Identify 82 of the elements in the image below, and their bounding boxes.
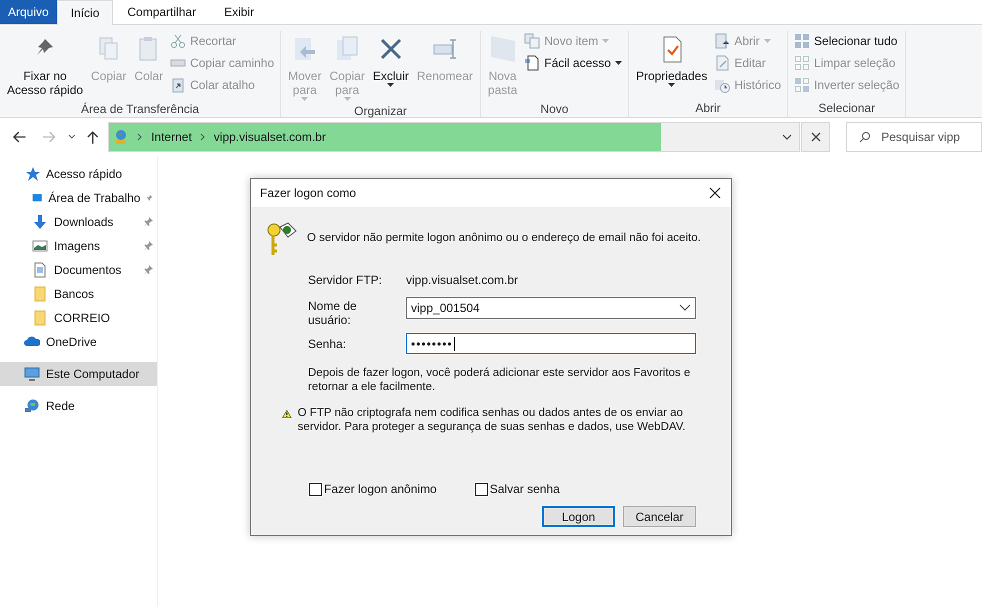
chevron-right-icon bbox=[137, 133, 144, 141]
download-arrow-icon bbox=[32, 214, 48, 230]
select-none-icon bbox=[794, 55, 810, 71]
folder-icon bbox=[32, 310, 48, 326]
ribbon-button[interactable]: Fixar no Acesso rápido bbox=[4, 31, 86, 97]
nav-item[interactable]: Área de Trabalho bbox=[0, 186, 157, 210]
quick-access-star-icon bbox=[24, 166, 40, 182]
nav-item[interactable]: Imagens bbox=[0, 234, 157, 258]
document-icon bbox=[524, 55, 540, 71]
file-tab[interactable]: Arquivo bbox=[0, 0, 57, 24]
new-item-icon bbox=[524, 33, 540, 49]
document-icon bbox=[32, 262, 48, 278]
group-label: Área de Transferência bbox=[80, 101, 200, 118]
scissors-icon bbox=[170, 33, 186, 49]
password-field[interactable]: •••••••• bbox=[406, 333, 696, 354]
ribbon-tab[interactable]: Compartilhar bbox=[113, 0, 210, 24]
select-all-icon bbox=[794, 33, 810, 49]
caret-icon bbox=[344, 97, 351, 101]
chevron-right-icon bbox=[200, 133, 206, 141]
caret-icon bbox=[301, 97, 308, 101]
caret-icon bbox=[614, 61, 622, 65]
monitor-icon bbox=[24, 366, 40, 382]
open-icon bbox=[714, 33, 730, 49]
group-label: Abrir bbox=[694, 100, 722, 117]
field-label: Servidor FTP: bbox=[308, 272, 384, 289]
pin-icon bbox=[143, 217, 153, 227]
ribbon-button[interactable]: Propriedades bbox=[632, 31, 710, 87]
nav-item[interactable]: Bancos bbox=[0, 282, 157, 306]
keys-icon bbox=[265, 221, 299, 257]
dialog-title: Fazer logon como bbox=[260, 185, 356, 202]
edit-icon bbox=[714, 55, 730, 71]
close-button[interactable] bbox=[801, 122, 830, 152]
folder-icon bbox=[32, 286, 48, 302]
nav-item[interactable]: Este Computador bbox=[0, 362, 157, 386]
close-icon[interactable] bbox=[709, 187, 721, 199]
field-label: Senha: bbox=[308, 336, 348, 353]
ribbon-tab[interactable]: Exibir bbox=[210, 0, 268, 24]
search-placeholder: Pesquisar vipp bbox=[881, 129, 960, 146]
caret-icon bbox=[602, 39, 610, 43]
network-globe-icon bbox=[24, 398, 40, 414]
ribbon-button[interactable]: Selecionar tudo bbox=[794, 33, 900, 49]
username-field[interactable]: vipp_001504 bbox=[406, 297, 696, 319]
group-label: Selecionar bbox=[817, 100, 876, 117]
pin-icon bbox=[143, 265, 153, 275]
message-text: O servidor não permite logon anônimo ou o endereço de email não foi aceito. bbox=[307, 231, 701, 246]
nav-item[interactable]: CORREIO bbox=[0, 306, 157, 330]
up-arrow-icon[interactable] bbox=[84, 129, 100, 145]
ribbon-button[interactable]: Excluir bbox=[370, 31, 412, 87]
history-icon bbox=[714, 77, 730, 93]
breadcrumb[interactable]: Internet bbox=[151, 128, 192, 146]
checkbox[interactable]: Salvar senha bbox=[474, 480, 560, 498]
dialog-button[interactable]: Cancelar bbox=[623, 506, 696, 527]
nav-item[interactable]: Rede bbox=[0, 394, 157, 418]
chevron-down-icon bbox=[679, 304, 691, 312]
pictures-icon bbox=[32, 238, 48, 254]
nav-item[interactable]: Acesso rápido bbox=[0, 162, 157, 186]
caret-icon bbox=[668, 83, 676, 87]
checkbox[interactable]: Fazer logon anônimo bbox=[309, 480, 437, 498]
ribbon-tab[interactable]: Início bbox=[56, 0, 114, 25]
server-address: vipp.visualset.com.br bbox=[406, 272, 520, 289]
ribbon-button[interactable]: Fácil acesso bbox=[524, 55, 622, 71]
shortcut-icon bbox=[170, 77, 186, 93]
close-icon bbox=[810, 132, 821, 142]
warning-text: O FTP não criptografa nem codifica senhas ou dados antes de os enviar ao servidor. Para proteger a segurança de suas senhas e dados, use WebDAV. bbox=[298, 406, 687, 434]
field-label: Nome de usuário: bbox=[308, 299, 358, 327]
address-bar[interactable]: Internet vipp.visualset.com.br bbox=[108, 122, 800, 152]
pin-icon bbox=[143, 241, 153, 251]
caret-icon bbox=[764, 39, 771, 43]
back-icon[interactable] bbox=[12, 129, 28, 145]
dialog-button[interactable]: Logon bbox=[542, 506, 615, 527]
group-label: Organizar bbox=[353, 103, 408, 120]
pin-icon bbox=[146, 193, 153, 203]
nav-item[interactable]: OneDrive bbox=[0, 330, 157, 354]
invert-selection-icon bbox=[794, 77, 810, 93]
search-field[interactable]: Pesquisar vipp bbox=[846, 122, 982, 152]
info-text: Depois de fazer logon, você poderá adicionar este servidor aos Favoritos e retornar a ele facilmente. bbox=[307, 366, 692, 394]
breadcrumb[interactable]: vipp.visualset.com.br bbox=[214, 128, 326, 146]
caret-icon bbox=[387, 83, 394, 87]
nav-item[interactable]: Downloads bbox=[0, 210, 157, 234]
search-icon bbox=[859, 131, 872, 143]
nav-item[interactable]: Documentos bbox=[0, 258, 157, 282]
group-label: Novo bbox=[539, 101, 570, 118]
